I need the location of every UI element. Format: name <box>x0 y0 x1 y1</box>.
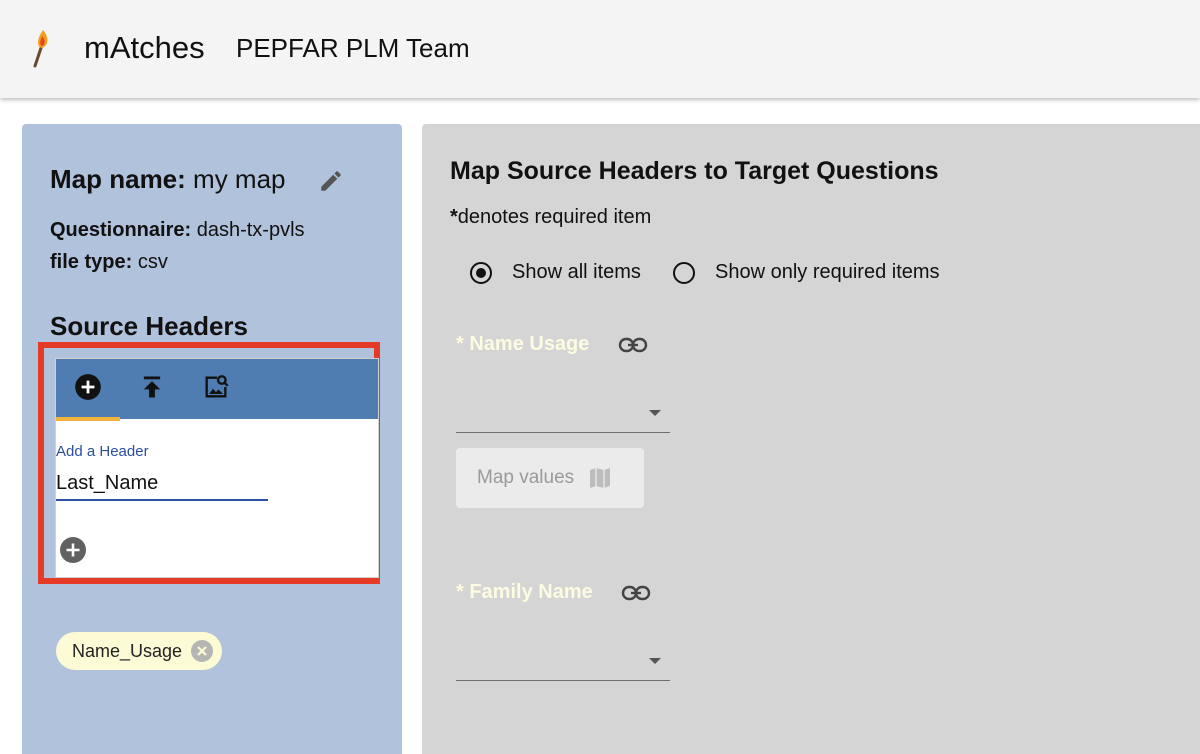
radio-show-required-label: Show only required items <box>715 261 940 283</box>
questionnaire-line: Questionnaire: dash-tx-pvls <box>50 219 305 242</box>
edit-pencil-icon[interactable] <box>318 168 344 194</box>
tab-image-search[interactable] <box>184 359 248 419</box>
main-panel: Map Source Headers to Target Questions *… <box>422 124 1200 754</box>
select-family-name[interactable] <box>456 644 670 681</box>
source-headers-tabbar <box>56 359 378 421</box>
image-search-icon <box>205 375 229 398</box>
map-values-label: Map values <box>477 467 575 488</box>
question-label-name-usage: * Name Usage <box>456 333 590 355</box>
add-header-button-icon[interactable] <box>60 537 86 563</box>
source-headers-title: Source Headers <box>50 311 248 341</box>
close-circle-icon[interactable] <box>190 639 214 663</box>
add-header-input[interactable] <box>56 467 268 501</box>
team-name: PEPFAR PLM Team <box>236 33 470 63</box>
radio-show-required[interactable]: Show only required items <box>673 260 973 290</box>
header-chip[interactable]: Name_Usage <box>56 632 223 670</box>
required-note-text: denotes required item <box>457 206 652 228</box>
question-label-family-name: * Family Name <box>456 581 593 603</box>
sidebar: Map name: my map Questionnaire: dash-tx-… <box>22 124 402 754</box>
map-icon <box>590 468 610 488</box>
header-chip-label: Name_Usage <box>72 641 183 661</box>
select-name-usage[interactable] <box>456 396 670 433</box>
file-type-label: file type: <box>50 251 133 273</box>
file-type-line: file type: csv <box>50 251 168 274</box>
map-name-row: Map name: my map <box>50 164 286 195</box>
tab-add-header[interactable] <box>56 359 120 421</box>
radio-show-all[interactable]: Show all items <box>470 260 660 290</box>
questionnaire-value: dash-tx-pvls <box>196 219 305 241</box>
required-mark: * <box>450 206 458 228</box>
radio-show-all-label: Show all items <box>512 261 641 283</box>
radio-button-unchecked[interactable] <box>673 262 695 284</box>
source-headers-panel: Add a Header <box>55 358 379 578</box>
dropdown-caret-icon <box>649 658 661 664</box>
map-values-button[interactable]: Map values <box>456 448 644 508</box>
app-bar: mAtches PEPFAR PLM Team <box>0 0 1200 98</box>
add-circle-icon <box>75 374 101 400</box>
file-type-value: csv <box>137 251 168 273</box>
radio-button-checked[interactable] <box>470 262 492 284</box>
required-note: *denotes required item <box>450 206 651 229</box>
add-header-label: Add a Header <box>56 443 149 460</box>
map-name-value: my map <box>193 164 286 194</box>
app-name[interactable]: mAtches <box>84 30 205 66</box>
page-title: Map Source Headers to Target Questions <box>450 157 939 185</box>
link-icon[interactable] <box>618 335 648 355</box>
link-icon[interactable] <box>621 583 651 603</box>
tab-upload-headers[interactable] <box>120 359 184 419</box>
highlight-box: Add a Header <box>38 342 380 584</box>
map-name-label: Map name: <box>50 164 186 194</box>
questionnaire-label: Questionnaire: <box>50 219 192 241</box>
upload-icon <box>143 376 161 398</box>
dropdown-caret-icon <box>649 410 661 416</box>
match-logo-icon[interactable] <box>26 26 56 70</box>
